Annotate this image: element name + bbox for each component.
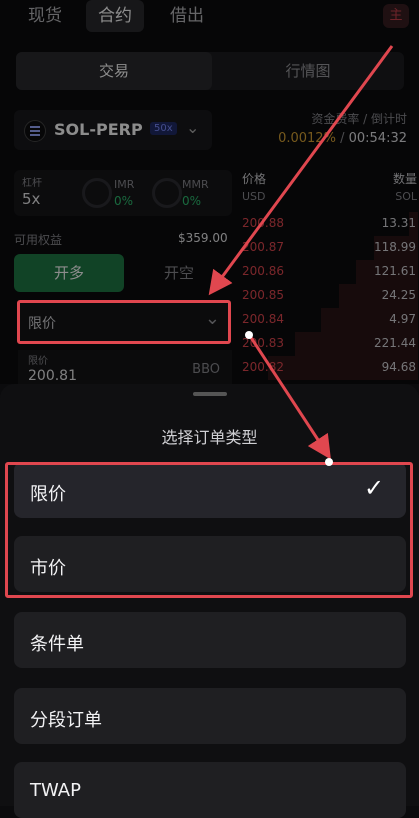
arrow-start-dot <box>245 331 253 339</box>
arrow-to-options <box>248 335 331 460</box>
annotation-arrows <box>208 45 394 466</box>
arrow-to-select <box>208 45 394 296</box>
arrow-end-dot <box>325 458 333 466</box>
